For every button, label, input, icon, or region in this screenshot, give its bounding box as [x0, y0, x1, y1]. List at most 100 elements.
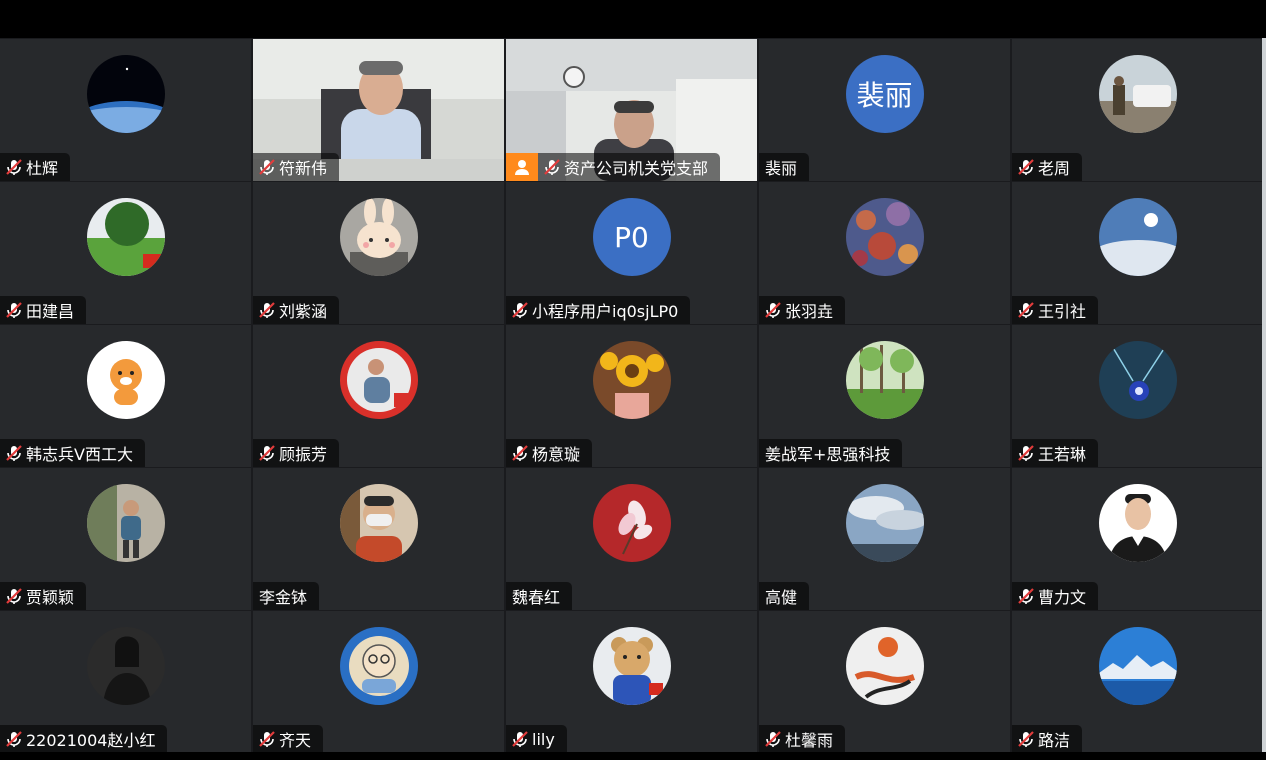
- participant-tile[interactable]: P0 小程序用户iq0sjLP0: [506, 182, 757, 324]
- participant-name: 王若琳: [1038, 445, 1087, 464]
- participant-name: 姜战军+思强科技: [765, 445, 891, 464]
- participant-name: 田建昌: [26, 302, 75, 321]
- host-badge-icon: [506, 153, 538, 181]
- participant-avatar: [339, 198, 418, 276]
- participant-tile[interactable]: 杨意璇: [506, 325, 757, 467]
- participant-tile[interactable]: 裴丽 裴丽: [759, 39, 1010, 181]
- participant-tile[interactable]: 资产公司机关党支部: [506, 39, 757, 181]
- mic-muted-icon: [1016, 586, 1036, 606]
- participant-tile[interactable]: 22021004赵小红: [0, 611, 251, 753]
- participant-tile[interactable]: 贾颖颖: [0, 468, 251, 610]
- participant-name-label: 顾振芳: [253, 439, 340, 467]
- participant-tile[interactable]: 齐天: [253, 611, 504, 753]
- participant-tile[interactable]: 姜战军+思强科技: [759, 325, 1010, 467]
- participant-name: 刘紫涵: [279, 302, 328, 321]
- participant-tile[interactable]: 杜辉: [0, 39, 251, 181]
- participant-name-label: 22021004赵小红: [0, 725, 168, 753]
- participant-tile[interactable]: 李金钵: [253, 468, 504, 610]
- participant-avatar: [592, 627, 671, 705]
- participant-tile[interactable]: 杜馨雨: [759, 611, 1010, 753]
- participant-tile[interactable]: 刘紫涵: [253, 182, 504, 324]
- participant-name-label: 王若琳: [1012, 439, 1099, 467]
- mic-muted-icon: [4, 300, 24, 320]
- bottom-bar: [0, 752, 1266, 760]
- participant-name-label: 贾颖颖: [0, 582, 87, 610]
- mic-muted-icon: [4, 157, 24, 177]
- mic-muted-icon: [1016, 157, 1036, 177]
- participant-avatar: [86, 198, 165, 276]
- participant-avatar: [339, 627, 418, 705]
- participant-avatar: [845, 341, 924, 419]
- participant-name-label: 韩志兵V西工大: [0, 439, 145, 467]
- participant-name-label: 魏春红: [506, 582, 573, 610]
- mic-muted-icon: [4, 586, 24, 606]
- participant-name: 齐天: [279, 731, 312, 750]
- participant-name: 杜辉: [26, 159, 59, 178]
- participant-tile[interactable]: 魏春红: [506, 468, 757, 610]
- participant-name: 魏春红: [512, 588, 561, 607]
- participant-name: 李金钵: [259, 588, 308, 607]
- mic-muted-icon: [4, 443, 24, 463]
- participant-name-label: 李金钵: [253, 582, 320, 610]
- participant-name-label: 张羽垚: [759, 296, 846, 324]
- participant-avatar: [845, 484, 924, 562]
- participant-name: 杨意璇: [532, 445, 581, 464]
- participant-initials-avatar: P0: [592, 198, 671, 276]
- participant-name-label: 符新伟: [253, 153, 340, 181]
- mic-muted-icon: [763, 300, 783, 320]
- participant-avatar: [86, 627, 165, 705]
- mic-muted-icon: [542, 157, 562, 177]
- mic-muted-icon: [510, 443, 530, 463]
- participant-tile[interactable]: 老周: [1012, 39, 1263, 181]
- mic-muted-icon: [257, 157, 277, 177]
- participant-name-label: lily: [506, 725, 567, 753]
- participant-avatar: [845, 627, 924, 705]
- participant-name: 裴丽: [765, 159, 798, 178]
- participant-tile[interactable]: 曹力文: [1012, 468, 1263, 610]
- participant-name: 22021004赵小红: [26, 731, 156, 750]
- participant-name-label: 小程序用户iq0sjLP0: [506, 296, 691, 324]
- window-edge: [1262, 38, 1266, 752]
- participant-tile[interactable]: 韩志兵V西工大: [0, 325, 251, 467]
- participant-avatar: [1098, 198, 1177, 276]
- participant-avatar: [86, 55, 165, 133]
- mic-muted-icon: [257, 443, 277, 463]
- participant-tile[interactable]: 田建昌: [0, 182, 251, 324]
- participant-initials-avatar: 裴丽: [845, 55, 924, 133]
- mic-muted-icon: [1016, 300, 1036, 320]
- participant-avatar: [86, 341, 165, 419]
- participant-avatar: [86, 484, 165, 562]
- participant-name: 韩志兵V西工大: [26, 445, 133, 464]
- mic-muted-icon: [510, 300, 530, 320]
- participant-tile[interactable]: 顾振芳: [253, 325, 504, 467]
- participant-name-label: 齐天: [253, 725, 324, 753]
- participant-name-label: 曹力文: [1012, 582, 1099, 610]
- participant-tile[interactable]: 王引社: [1012, 182, 1263, 324]
- participant-name: 张羽垚: [785, 302, 834, 321]
- participant-name-label: 裴丽: [759, 153, 810, 181]
- participant-tile[interactable]: 符新伟: [253, 39, 504, 181]
- participant-name: 杜馨雨: [785, 731, 834, 750]
- participant-name: 小程序用户iq0sjLP0: [532, 302, 679, 321]
- participant-avatar: [339, 484, 418, 562]
- participant-tile[interactable]: 王若琳: [1012, 325, 1263, 467]
- mic-muted-icon: [257, 729, 277, 749]
- participant-avatar: [1098, 484, 1177, 562]
- participant-name: 王引社: [1038, 302, 1087, 321]
- mic-muted-icon: [510, 729, 530, 749]
- participant-name-label: 刘紫涵: [253, 296, 340, 324]
- participant-name: 顾振芳: [279, 445, 328, 464]
- mic-muted-icon: [257, 300, 277, 320]
- participant-name-label: 姜战军+思强科技: [759, 439, 903, 467]
- participant-name: 老周: [1038, 159, 1071, 178]
- participant-tile[interactable]: 张羽垚: [759, 182, 1010, 324]
- participant-name-label: 杨意璇: [506, 439, 593, 467]
- participant-name-label: 杜辉: [0, 153, 71, 181]
- participant-tile[interactable]: 路洁: [1012, 611, 1263, 753]
- participant-name: 高健: [765, 588, 798, 607]
- participant-avatar: [845, 198, 924, 276]
- participant-tile[interactable]: 高健: [759, 468, 1010, 610]
- participant-tile[interactable]: lily: [506, 611, 757, 753]
- participant-name: 贾颖颖: [26, 588, 75, 607]
- participant-name-label: 田建昌: [0, 296, 87, 324]
